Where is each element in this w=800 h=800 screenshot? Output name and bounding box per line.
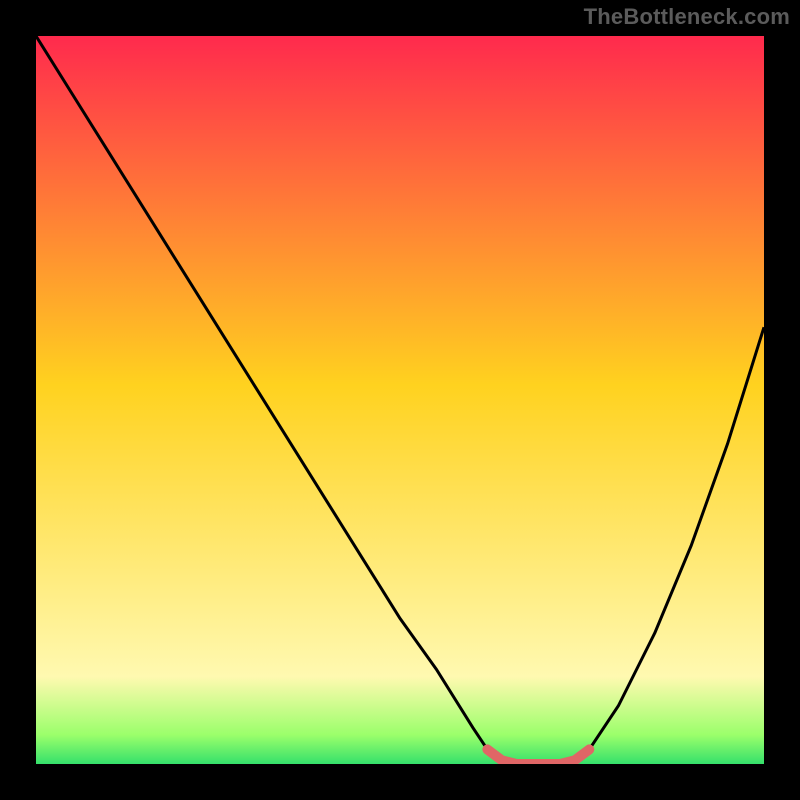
watermark-text: TheBottleneck.com <box>584 4 790 30</box>
gradient-background <box>36 36 764 764</box>
chart-stage: TheBottleneck.com <box>0 0 800 800</box>
chart-svg <box>36 36 764 764</box>
plot-area <box>36 36 764 764</box>
